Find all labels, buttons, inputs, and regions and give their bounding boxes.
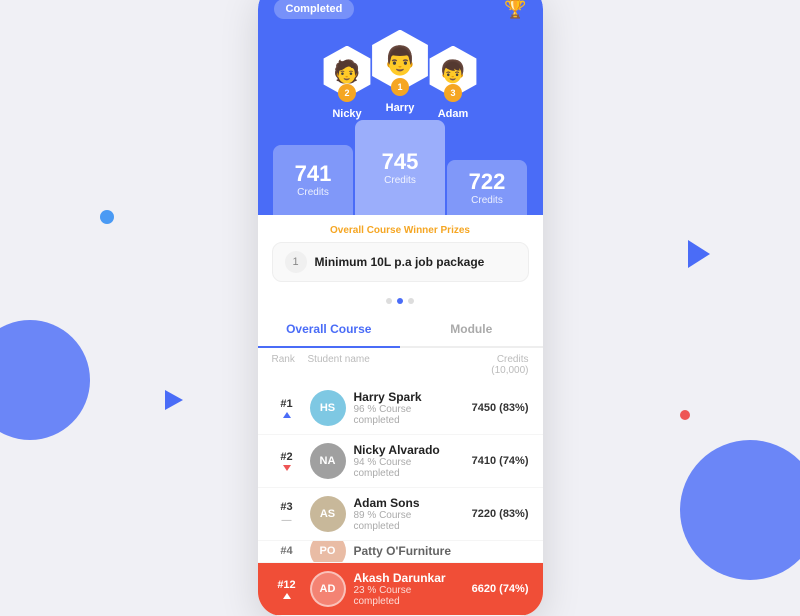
credits-3: 7220 (83%): [464, 508, 529, 520]
card-top: Completed 🏆 🧑 2 Nicky 👨: [258, 0, 543, 215]
second-avatar-img: 🧑: [333, 61, 360, 83]
third-avatar-img: 👦: [439, 61, 466, 83]
third-avatar: 👦 3: [427, 46, 479, 98]
avatar-4: PO: [310, 541, 346, 563]
second-credits: 741: [295, 161, 332, 187]
student-row: #2 NA Nicky Alvarado 94 % Course complet…: [258, 435, 543, 488]
student-info-2: Nicky Alvarado 94 % Course completed: [354, 443, 456, 479]
prize-item: 1 Minimum 10L p.a job package: [272, 242, 529, 282]
first-credits-label: Credits: [384, 175, 416, 186]
th-rank: Rank: [272, 354, 308, 376]
tabs: Overall Course Module: [258, 312, 543, 348]
card-header: Completed 🏆: [258, 0, 543, 20]
second-place-person: 🧑 2 Nicky: [321, 46, 373, 120]
student-info-4: Patty O'Furniture: [354, 544, 456, 558]
student-list: #1 HS Harry Spark 96 % Course completed …: [258, 382, 543, 616]
student-info-highlighted: Akash Darunkar 23 % Course completed: [354, 571, 456, 607]
second-avatar: 🧑 2: [321, 46, 373, 98]
first-rank-badge: 1: [391, 78, 409, 96]
student-name-2: Nicky Alvarado: [354, 443, 456, 457]
completed-badge: Completed: [274, 0, 355, 19]
third-credits: 722: [469, 169, 506, 195]
avatar-2: NA: [310, 443, 346, 479]
rank-2: #2: [280, 451, 292, 463]
rank-4: #4: [280, 545, 292, 557]
credits-2: 7410 (74%): [464, 455, 529, 467]
third-place-person: 👦 3 Adam: [427, 46, 479, 120]
student-name-3: Adam Sons: [354, 496, 456, 510]
tab-module[interactable]: Module: [400, 312, 543, 346]
second-credits-label: Credits: [297, 187, 329, 198]
student-row: #4 PO Patty O'Furniture: [258, 541, 543, 563]
first-name: Harry: [386, 102, 415, 114]
third-rank-badge: 3: [444, 84, 462, 102]
rank-col-4: #4: [272, 545, 302, 557]
rank-highlighted: #12: [277, 579, 295, 591]
first-credits: 745: [382, 149, 419, 175]
first-place-person: 👨 1 Harry: [369, 30, 431, 114]
student-name-highlighted: Akash Darunkar: [354, 571, 456, 585]
trophy-icon: 🏆: [504, 0, 526, 20]
carousel-dots: [258, 290, 543, 312]
highlighted-student-row: #12 AD Akash Darunkar 23 % Course comple…: [258, 563, 543, 616]
bg-circle-right: [680, 440, 800, 580]
student-completion-2: 94 % Course completed: [354, 457, 456, 479]
rank-1: #1: [280, 398, 292, 410]
rank-col-highlighted: #12: [272, 579, 302, 599]
student-completion-3: 89 % Course completed: [354, 510, 456, 532]
arrow-up-icon: [283, 412, 291, 418]
student-name-4: Patty O'Furniture: [354, 544, 456, 558]
bg-triangle-left: [165, 390, 183, 410]
credits-highlighted: 6620 (74%): [464, 583, 529, 595]
avatar-highlighted: AD: [310, 571, 346, 607]
dot-2[interactable]: [397, 298, 403, 304]
podium-people: 🧑 2 Nicky 👨 1 Harry: [258, 20, 543, 120]
bg-triangle-right: [688, 240, 710, 268]
avatar-1: HS: [310, 390, 346, 426]
rank-col-2: #2: [272, 451, 302, 471]
second-block: 741 Credits: [273, 145, 353, 215]
second-name: Nicky: [332, 108, 361, 120]
podium-blocks: 741 Credits 745 Credits 722 Credits: [258, 120, 543, 215]
student-info-3: Adam Sons 89 % Course completed: [354, 496, 456, 532]
dot-1[interactable]: [386, 298, 392, 304]
student-completion-highlighted: 23 % Course completed: [354, 585, 456, 607]
student-row: #1 HS Harry Spark 96 % Course completed …: [258, 382, 543, 435]
prize-title: Overall Course Winner Prizes: [272, 225, 529, 236]
prize-num: 1: [285, 251, 307, 273]
bg-circle-left: [0, 320, 90, 440]
student-completion-1: 96 % Course completed: [354, 404, 456, 426]
bg-dot-left: [100, 210, 114, 224]
arrow-down-icon: [283, 465, 291, 471]
arrow-up-icon-highlighted: [283, 593, 291, 599]
tab-overall-course[interactable]: Overall Course: [258, 312, 401, 348]
credits-1: 7450 (83%): [464, 402, 529, 414]
th-student-name: Student name: [308, 354, 459, 376]
bg-dot-right: [680, 410, 690, 420]
leaderboard-card: Completed 🏆 🧑 2 Nicky 👨: [258, 0, 543, 616]
rank-3: #3: [280, 501, 292, 513]
dot-3[interactable]: [408, 298, 414, 304]
third-block: 722 Credits: [447, 160, 527, 215]
first-avatar-img: 👨: [383, 47, 418, 75]
prize-section: Overall Course Winner Prizes 1 Minimum 1…: [258, 215, 543, 290]
avatar-3: AS: [310, 496, 346, 532]
student-name-1: Harry Spark: [354, 390, 456, 404]
student-row: #3 — AS Adam Sons 89 % Course completed …: [258, 488, 543, 541]
first-avatar: 👨 1: [369, 30, 431, 92]
first-block: 745 Credits: [355, 120, 445, 215]
table-header: Rank Student name Credits (10,000): [258, 348, 543, 382]
third-credits-label: Credits: [471, 195, 503, 206]
th-credits: Credits (10,000): [459, 354, 529, 376]
rank-col-1: #1: [272, 398, 302, 418]
prize-text: Minimum 10L p.a job package: [315, 255, 485, 269]
third-name: Adam: [438, 108, 469, 120]
student-info-1: Harry Spark 96 % Course completed: [354, 390, 456, 426]
rank-dash: —: [282, 515, 292, 526]
second-rank-badge: 2: [338, 84, 356, 102]
rank-col-3: #3 —: [272, 501, 302, 526]
